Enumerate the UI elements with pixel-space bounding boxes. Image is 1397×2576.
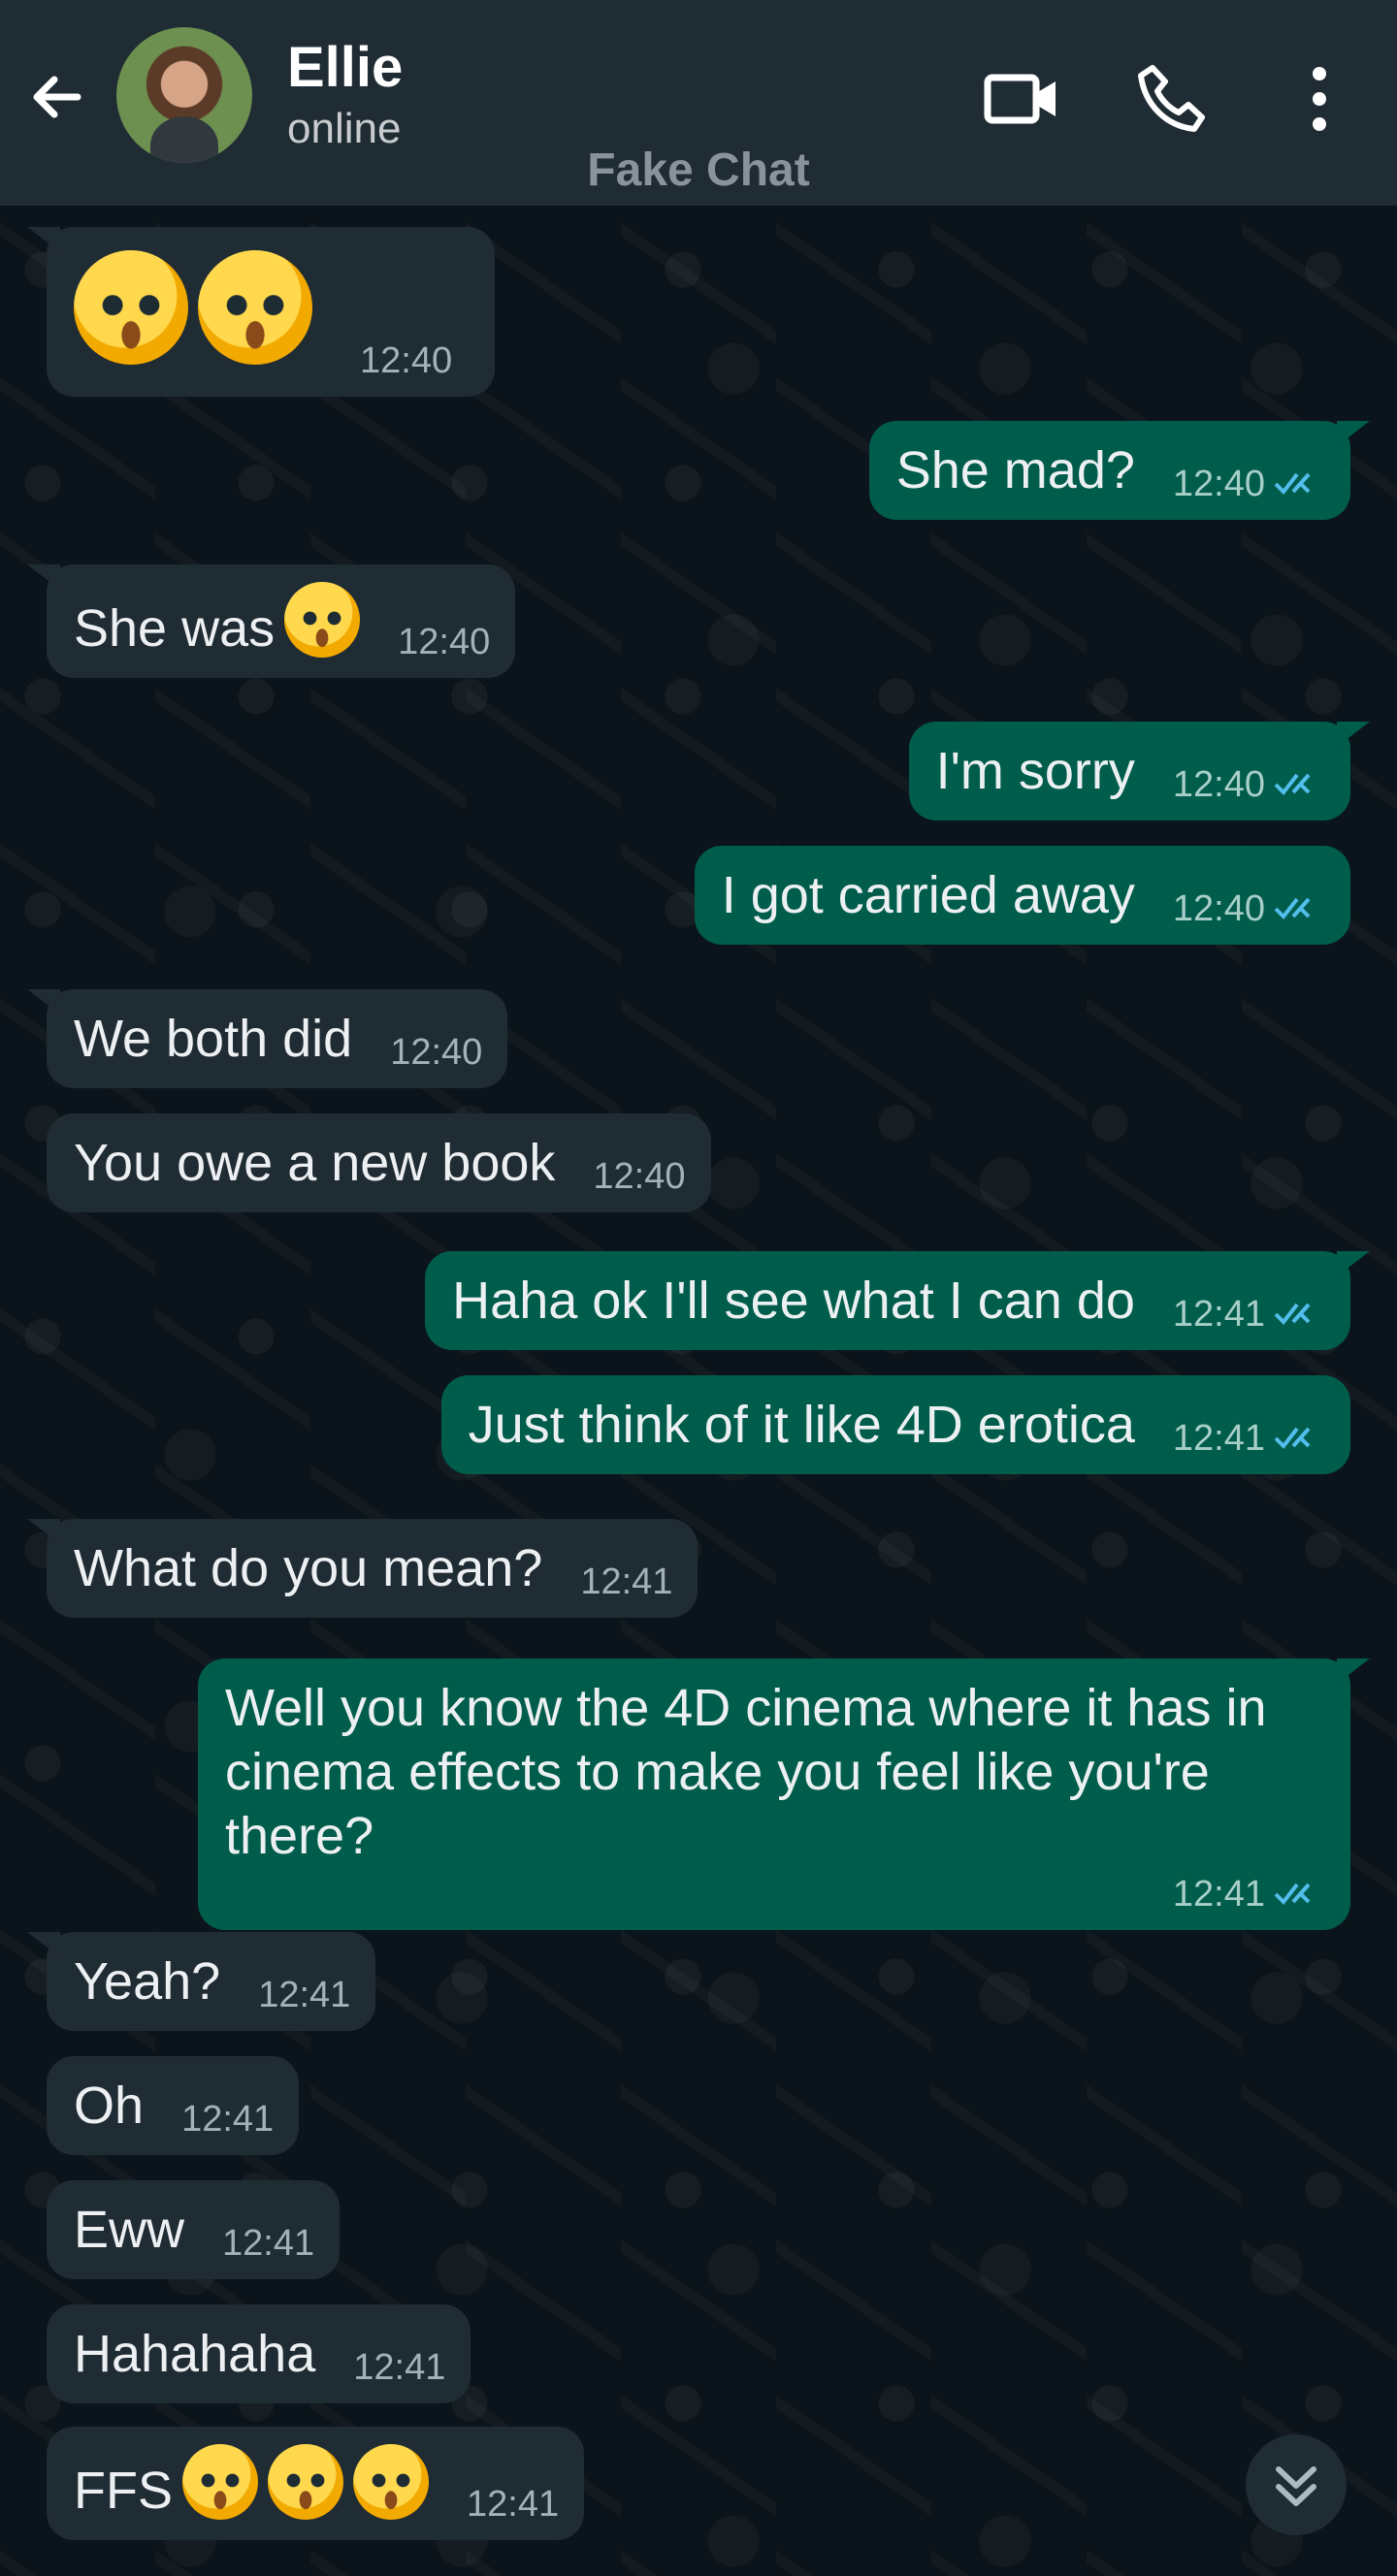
message-text: She was — [74, 599, 276, 658]
bubble-tail — [1337, 1251, 1370, 1276]
rolling-on-the-floor-laughing-emoji-icon — [268, 2444, 343, 2520]
message-time: 12:41 — [1172, 1874, 1265, 1915]
message-time: 12:41 — [1172, 1294, 1265, 1335]
bubble-tail — [1337, 421, 1370, 446]
read-receipt-icon — [1274, 472, 1311, 496]
back-arrow-icon[interactable] — [23, 62, 93, 132]
bubble-tail — [27, 227, 60, 252]
message-text: What do you mean? — [74, 1539, 543, 1597]
message-time: 12:41 — [222, 2223, 315, 2264]
message-text: Well you know the 4D cinema where it has… — [225, 1679, 1267, 1865]
message-text: We both did — [74, 1010, 353, 1068]
message-text: Oh — [74, 2077, 145, 2135]
message-incoming[interactable]: What do you mean? 12:41 — [27, 1519, 698, 1618]
loudly-crying-face-emoji-icon — [284, 582, 361, 658]
rolling-on-the-floor-laughing-emoji-icon — [353, 2444, 429, 2520]
message-outgoing[interactable]: Haha ok I'll see what I can do 12:41 — [425, 1251, 1370, 1350]
message-time: 12:40 — [1172, 888, 1265, 929]
read-receipt-icon — [1274, 1883, 1311, 1906]
message-time: 12:40 — [360, 340, 453, 381]
double-chevron-down-icon — [1276, 2466, 1316, 2506]
message-text: I'm sorry — [935, 742, 1135, 800]
message-time: 12:40 — [1172, 764, 1265, 805]
message-text: Eww — [74, 2201, 185, 2259]
read-receipt-icon — [1274, 1303, 1311, 1326]
message-outgoing[interactable]: Just think of it like 4D erotica 12:41 — [440, 1375, 1350, 1474]
message-time: 12:41 — [1172, 1418, 1265, 1459]
bubble-tail — [27, 989, 60, 1014]
contact-name[interactable]: Ellie — [287, 35, 403, 100]
message-incoming[interactable]: 12:40 — [27, 227, 495, 397]
message-time: 12:41 — [258, 1975, 351, 2015]
rolling-on-the-floor-laughing-emoji-icon — [182, 2444, 258, 2520]
message-outgoing[interactable]: I'm sorry 12:40 — [908, 722, 1370, 821]
message-time: 12:40 — [390, 1032, 483, 1073]
read-receipt-icon — [1274, 1427, 1311, 1450]
message-incoming[interactable]: Eww 12:41 — [47, 2180, 341, 2279]
message-incoming[interactable]: You owe a new book 12:40 — [47, 1113, 711, 1212]
message-list[interactable]: 12:40 She mad? 12:40 She was 12:40 I'm s… — [0, 206, 1397, 2576]
scroll-to-bottom-button[interactable] — [1246, 2434, 1347, 2535]
bubble-tail — [27, 564, 60, 590]
message-incoming[interactable]: Yeah? 12:41 — [27, 1932, 376, 2031]
pleading-face-emoji-icon — [74, 250, 188, 365]
fake-chat-watermark: Fake Chat — [587, 145, 810, 196]
message-time: 12:40 — [1172, 464, 1265, 504]
message-incoming[interactable]: Oh 12:41 — [47, 2056, 300, 2155]
message-incoming[interactable]: FFS 12:41 — [47, 2427, 585, 2540]
chat-header: Ellie online Fake Chat — [0, 0, 1397, 206]
message-text: Haha ok I'll see what I can do — [452, 1272, 1135, 1330]
bubble-tail — [27, 1519, 60, 1544]
read-receipt-icon — [1274, 773, 1311, 796]
pleading-face-emoji-icon — [198, 250, 312, 365]
bubble-tail — [1337, 722, 1370, 747]
message-text: She mad? — [895, 441, 1135, 499]
read-receipt-icon — [1274, 897, 1311, 920]
message-text: Yeah? — [74, 1952, 221, 2011]
message-outgoing[interactable]: Well you know the 4D cinema where it has… — [198, 1658, 1370, 1930]
bubble-tail — [27, 1932, 60, 1957]
message-time: 12:40 — [593, 1156, 686, 1197]
message-text: I got carried away — [721, 866, 1135, 924]
message-incoming[interactable]: We both did 12:40 — [27, 989, 508, 1088]
message-time: 12:41 — [580, 1562, 673, 1602]
message-outgoing[interactable]: She mad? 12:40 — [868, 421, 1370, 520]
bubble-tail — [1337, 1658, 1370, 1684]
message-text: FFS — [74, 2462, 173, 2520]
message-time: 12:41 — [181, 2099, 275, 2140]
message-time: 12:41 — [467, 2484, 560, 2525]
message-time: 12:40 — [398, 622, 491, 662]
message-text: You owe a new book — [74, 1134, 556, 1192]
contact-avatar[interactable] — [116, 27, 252, 163]
message-time: 12:41 — [353, 2347, 446, 2388]
message-incoming[interactable]: She was 12:40 — [27, 564, 516, 678]
phone-icon[interactable] — [1133, 60, 1211, 138]
more-vertical-icon[interactable] — [1284, 60, 1354, 138]
video-camera-icon[interactable] — [982, 60, 1059, 138]
message-text: Just think of it like 4D erotica — [468, 1396, 1135, 1454]
message-incoming[interactable]: Hahahaha 12:41 — [47, 2304, 471, 2403]
message-text: Hahahaha — [74, 2325, 316, 2383]
message-outgoing[interactable]: I got carried away 12:40 — [694, 846, 1350, 945]
